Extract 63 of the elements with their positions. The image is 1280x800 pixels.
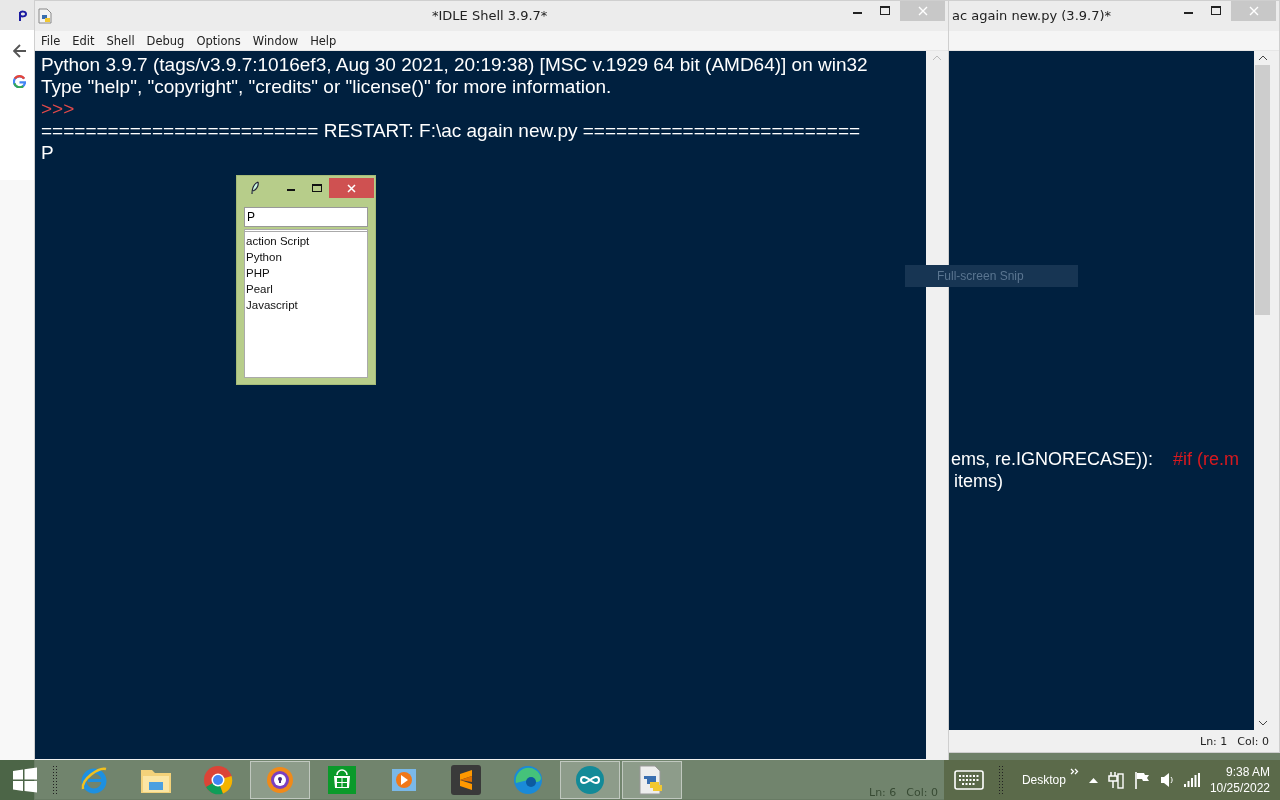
list-item[interactable]: Javascript [246,297,366,313]
python-file-icon [38,8,52,24]
close-icon [347,183,356,193]
power-plug-icon[interactable] [1107,771,1124,789]
code-text: items) [954,470,1003,492]
maximize-icon [1210,6,1221,16]
sublime-s-icon [451,765,481,795]
output-line: P [41,142,54,164]
prompt-text: >>> [41,98,75,120]
taskbar-app-button[interactable] [560,761,620,799]
keyboard-icon[interactable] [953,770,984,790]
caret-up-icon[interactable] [1257,55,1268,61]
edge-icon [513,765,543,795]
maximize-icon [311,183,322,193]
menu-item[interactable]: Window [252,33,305,48]
speaker-icon[interactable] [1159,772,1174,788]
infinity-icon [575,765,605,795]
store-bag-icon [328,766,356,794]
window-title: ac again new.py (3.9.7)* [952,8,1112,23]
close-icon [1248,6,1259,16]
media-player-icon [390,766,418,794]
menu-item[interactable]: Help [310,33,343,48]
code-text: ems, re.IGNORECASE)): [951,448,1154,470]
clock-time[interactable]: 9:38 AM [1225,764,1270,780]
comment-text: #if (re.m [1173,448,1240,470]
chrome-icon [203,765,233,795]
tooltip: Full-screen Snip [905,265,1078,287]
window-title: *IDLE Shell 3.9.7* [432,8,548,23]
list-item[interactable]: PHP [246,265,366,281]
column-status: Col: 0 [906,786,938,799]
menu-item[interactable]: Shell [106,33,141,48]
line-number-status: Ln: 1 [1200,734,1228,748]
google-g-icon[interactable] [13,75,26,88]
tab-favicon-icon [19,9,27,21]
output-line: Python 3.9.7 (tags/v3.9.7:1016ef3, Aug 30 2021, 20:19:38) [MSC v.1929 64 bit (AMD64)] on win32 [41,54,868,76]
line-number-status: Ln: 6 [869,786,897,799]
close-icon [917,6,928,16]
clock-date[interactable]: 10/25/2022 [1209,780,1270,796]
taskbar-app-button[interactable] [250,761,310,799]
menu-item[interactable]: Debug [146,33,191,48]
menu-item[interactable]: File [41,33,67,48]
output-line: Type "help", "copyright", "credits" or "license()" for more information. [41,76,612,98]
menu-item[interactable]: Edit [72,33,101,48]
signal-bars-icon[interactable] [1183,773,1200,787]
lock-shield-icon [265,765,295,795]
column-status: Col: 0 [1237,734,1269,748]
toolbar-label[interactable]: Desktop [1021,773,1066,787]
input-field[interactable]: P [244,207,368,227]
list-item[interactable]: Python [246,249,366,265]
taskbar-app-button[interactable] [622,761,682,799]
list-item[interactable]: Pearl [246,281,366,297]
start-windows-icon[interactable] [12,767,38,793]
caret-up-icon[interactable] [1088,777,1098,783]
maximize-icon [879,6,890,16]
feather-icon [250,181,260,195]
back-arrow-icon[interactable] [13,44,27,58]
list-item[interactable]: action Script [246,233,366,249]
chevron-icon[interactable] [1069,768,1079,775]
internet-explorer-icon [79,765,109,795]
output-line: ========================= RESTART: F:\ac again new.py ========================= [41,120,861,142]
caret-down-icon[interactable] [1257,720,1268,726]
flag-icon[interactable] [1133,771,1150,789]
menu-item[interactable]: Options [196,33,247,48]
